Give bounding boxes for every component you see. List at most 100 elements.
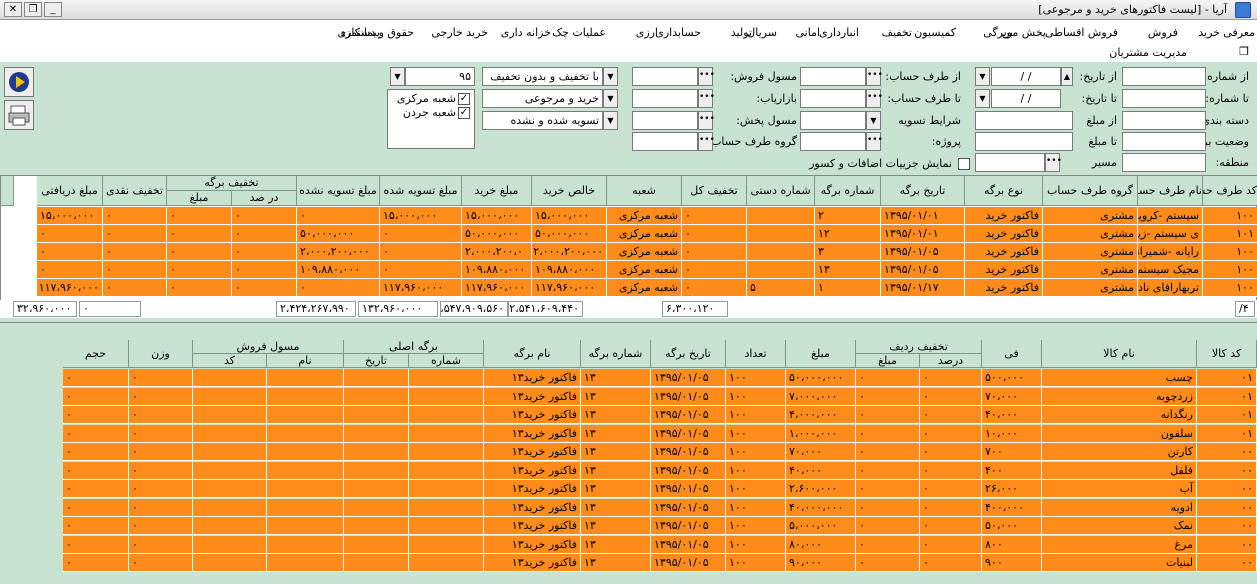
item-cell-weight[interactable]: ۰ (129, 387, 193, 406)
top-header-code[interactable]: کد طرف حساب (1203, 176, 1257, 206)
item-cell-ono[interactable] (409, 480, 484, 498)
top-header-amt[interactable]: مبلغ (167, 191, 232, 206)
item-cell-name[interactable]: ادویه (1042, 498, 1197, 517)
item-cell-sname[interactable]: فاکتور خرید۱۳ (484, 406, 581, 424)
item-cell-amt[interactable]: ۰ (856, 369, 920, 387)
menu-4[interactable]: پخش مویرگی (983, 26, 1046, 39)
to-date-dropdown[interactable]: ▼ (975, 89, 990, 108)
top-cell-manual[interactable]: ۵ (747, 279, 815, 297)
item-cell-sname2[interactable] (267, 387, 344, 406)
top-cell-pct[interactable]: ۰ (232, 207, 297, 225)
category-input[interactable] (1122, 111, 1206, 130)
item-cell-qty[interactable]: ۱۰۰ (726, 461, 786, 480)
item-cell-code[interactable]: ۰۰ (1197, 443, 1257, 461)
close-icon[interactable]: ✕ (4, 2, 22, 17)
item-cell-qty[interactable]: ۱۰۰ (726, 443, 786, 461)
item-cell-weight[interactable]: ۰ (129, 535, 193, 554)
item-cell-no[interactable]: ۱۳ (581, 406, 651, 424)
top-header-tdisc[interactable]: تخفیف کل (682, 176, 747, 206)
top-cell-cash[interactable]: ۰ (103, 207, 167, 225)
menu-7[interactable]: تخفیف (882, 26, 912, 39)
item-cell-volume[interactable]: ۰ (63, 369, 129, 387)
item-header-date[interactable]: تاریخ برگه (651, 340, 726, 368)
item-cell-amt[interactable]: ۰ (856, 535, 920, 554)
top-cell-no[interactable]: ۱۲ (815, 225, 881, 243)
item-cell-volume[interactable]: ۰ (63, 480, 129, 498)
item-cell-amt[interactable]: ۰ (856, 424, 920, 443)
top-cell-date[interactable]: ۱۳۹۵/۰۱/۰۵ (881, 261, 965, 279)
item-cell-no[interactable]: ۱۳ (581, 424, 651, 443)
item-cell-volume[interactable]: ۰ (63, 424, 129, 443)
item-cell-code[interactable]: ۰۰ (1197, 554, 1257, 572)
top-cell-type[interactable]: فاکتور خرید (965, 261, 1043, 279)
type-select[interactable]: خرید و مرجوعی (482, 89, 603, 108)
item-cell-fee[interactable]: ۵۰۰،۰۰۰ (982, 369, 1042, 387)
top-cell-net[interactable]: ۱۰۹،۸۸۰،۰۰۰ (532, 261, 607, 279)
top-cell-settled[interactable]: ۰ (380, 225, 462, 243)
menu-16[interactable]: خرید خارجی (431, 26, 488, 39)
print-button[interactable] (4, 100, 34, 130)
item-cell-date[interactable]: ۱۳۹۵/۰۱/۰۵ (651, 498, 726, 517)
item-header-name[interactable]: نام کالا (1042, 340, 1197, 368)
to-account-browse-button[interactable]: ••• (866, 89, 883, 108)
sheet-status-input[interactable] (1122, 132, 1206, 151)
item-cell-sname[interactable]: فاکتور خرید۱۳ (484, 424, 581, 443)
item-cell-volume[interactable]: ۰ (63, 554, 129, 572)
item-cell-sname[interactable]: فاکتور خرید۱۳ (484, 517, 581, 535)
item-cell-qty[interactable]: ۱۰۰ (726, 406, 786, 424)
top-cell-unsettled[interactable]: ۰ (297, 207, 380, 225)
top-cell-settled[interactable]: ۰ (380, 261, 462, 279)
item-cell-scode[interactable] (193, 406, 267, 424)
top-cell-purchase[interactable]: ۱۰۹،۸۸۰،۰۰۰ (462, 261, 532, 279)
top-cell-no[interactable]: ۱۳ (815, 261, 881, 279)
item-cell-amt[interactable]: ۰ (856, 387, 920, 406)
menu-15[interactable]: خزانه داری (501, 26, 551, 39)
item-cell-odate[interactable] (344, 554, 409, 572)
item-cell-sname2[interactable] (267, 554, 344, 572)
menu-0[interactable]: معرفی (1223, 26, 1255, 39)
restore-child-icon[interactable]: ❐ (1239, 45, 1249, 58)
top-cell-name[interactable]: تربهارافای نادری (1138, 279, 1203, 297)
top-header-received[interactable]: مبلغ دریافتی (37, 176, 103, 206)
top-cell-settled[interactable]: ۰ (380, 243, 462, 261)
top-cell-amt[interactable]: ۰ (167, 261, 232, 279)
top-cell-date[interactable]: ۱۳۹۵/۰۱/۱۷ (881, 279, 965, 297)
top-cell-pct[interactable]: ۰ (232, 279, 297, 297)
item-cell-sname[interactable]: فاکتور خرید۱۳ (484, 535, 581, 554)
item-cell-volume[interactable]: ۰ (63, 406, 129, 424)
item-cell-amt[interactable]: ۰ (856, 554, 920, 572)
region-input[interactable] (1122, 153, 1206, 172)
top-cell-name[interactable]: سیستم -کرویی (1138, 207, 1203, 225)
item-header-odate[interactable]: تاریخ (344, 354, 409, 368)
menu-13[interactable]: ارزی (636, 26, 658, 39)
top-cell-unsettled[interactable]: ۲،۰۰۰،۲۰۰،۰۰۰ (297, 243, 380, 261)
top-header-pct[interactable]: در صد (232, 191, 297, 206)
item-cell-sname[interactable]: فاکتور خرید۱۳ (484, 554, 581, 572)
discount-select[interactable]: با تخفیف و بدون تخفیف (482, 67, 603, 86)
item-cell-volume[interactable]: ۰ (63, 498, 129, 517)
item-header-pct[interactable]: درصد (920, 354, 982, 368)
year-dropdown[interactable]: ▼ (390, 67, 405, 86)
item-cell-pct[interactable]: ۰ (920, 369, 982, 387)
item-cell-sname2[interactable] (267, 480, 344, 498)
item-header-sname2[interactable]: نام (267, 354, 344, 368)
item-header-weight[interactable]: وزن (129, 340, 193, 368)
item-cell-pct[interactable]: ۰ (920, 406, 982, 424)
item-cell-date[interactable]: ۱۳۹۵/۰۱/۰۵ (651, 443, 726, 461)
discount-dropdown[interactable]: ▼ (603, 67, 618, 86)
item-cell-ono[interactable] (409, 535, 484, 554)
top-cell-group[interactable]: مشتری (1043, 261, 1138, 279)
project-browse-button[interactable]: ••• (866, 132, 883, 151)
restore-icon[interactable]: ❐ (24, 2, 42, 17)
item-cell-amount[interactable]: ۹۰،۰۰۰ (786, 554, 856, 572)
item-cell-volume[interactable]: ۰ (63, 535, 129, 554)
top-cell-received[interactable]: ۰ (37, 225, 103, 243)
item-cell-volume[interactable]: ۰ (63, 461, 129, 480)
item-cell-sname[interactable]: فاکتور خرید۱۳ (484, 369, 581, 387)
sales-officer-input[interactable] (632, 67, 698, 86)
item-cell-fee[interactable]: ۹۰۰ (982, 554, 1042, 572)
settlement-select[interactable] (800, 111, 866, 130)
top-cell-unsettled[interactable]: ۱۰۹،۸۸۰،۰۰۰ (297, 261, 380, 279)
item-header-amount[interactable]: مبلغ (786, 340, 856, 368)
dist-officer-input[interactable] (632, 111, 698, 130)
